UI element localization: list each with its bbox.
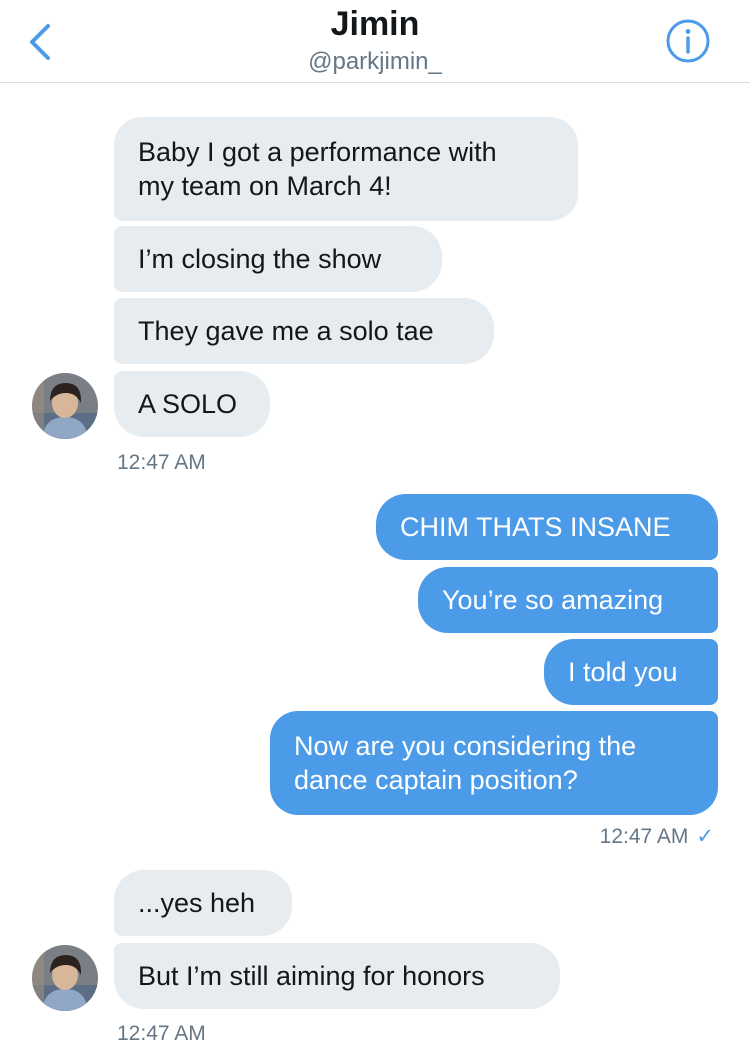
- message-bubble-incoming[interactable]: They gave me a solo tae: [114, 298, 494, 364]
- conversation-handle[interactable]: @parkjimin_: [0, 48, 750, 76]
- message-bubble-incoming[interactable]: Baby I got a performance with my team on…: [114, 117, 578, 221]
- message-timestamp: 12:47 AM: [117, 1022, 206, 1045]
- avatar[interactable]: [32, 945, 98, 1011]
- message-timestamp-outgoing: 12:47 AM ✓: [600, 825, 714, 849]
- message-bubble-outgoing[interactable]: Now are you considering the dance captai…: [270, 711, 718, 815]
- message-bubble-outgoing[interactable]: I told you: [544, 639, 718, 705]
- avatar-image: [32, 945, 98, 1011]
- avatar-image: [32, 373, 98, 439]
- message-bubble-incoming[interactable]: But I’m still aiming for honors: [114, 943, 560, 1009]
- message-bubble-incoming[interactable]: ...yes heh: [114, 870, 292, 936]
- avatar[interactable]: [32, 373, 98, 439]
- conversation-header: Jimin @parkjimin_: [0, 0, 750, 83]
- read-receipt-icon: ✓: [696, 825, 714, 848]
- conversation-title[interactable]: Jimin: [0, 4, 750, 44]
- dm-conversation-screen: Jimin @parkjimin_ Baby I got a performan…: [0, 0, 750, 1054]
- info-button[interactable]: [665, 18, 711, 64]
- message-bubble-outgoing[interactable]: You’re so amazing: [418, 567, 718, 633]
- message-bubble-incoming[interactable]: I’m closing the show: [114, 226, 442, 292]
- message-timestamp: 12:47 AM: [117, 451, 206, 474]
- info-icon: [666, 19, 710, 63]
- message-bubble-outgoing[interactable]: CHIM THATS INSANE: [376, 494, 718, 560]
- message-bubble-incoming[interactable]: A SOLO: [114, 371, 270, 437]
- timestamp-text: 12:47 AM: [599, 825, 689, 848]
